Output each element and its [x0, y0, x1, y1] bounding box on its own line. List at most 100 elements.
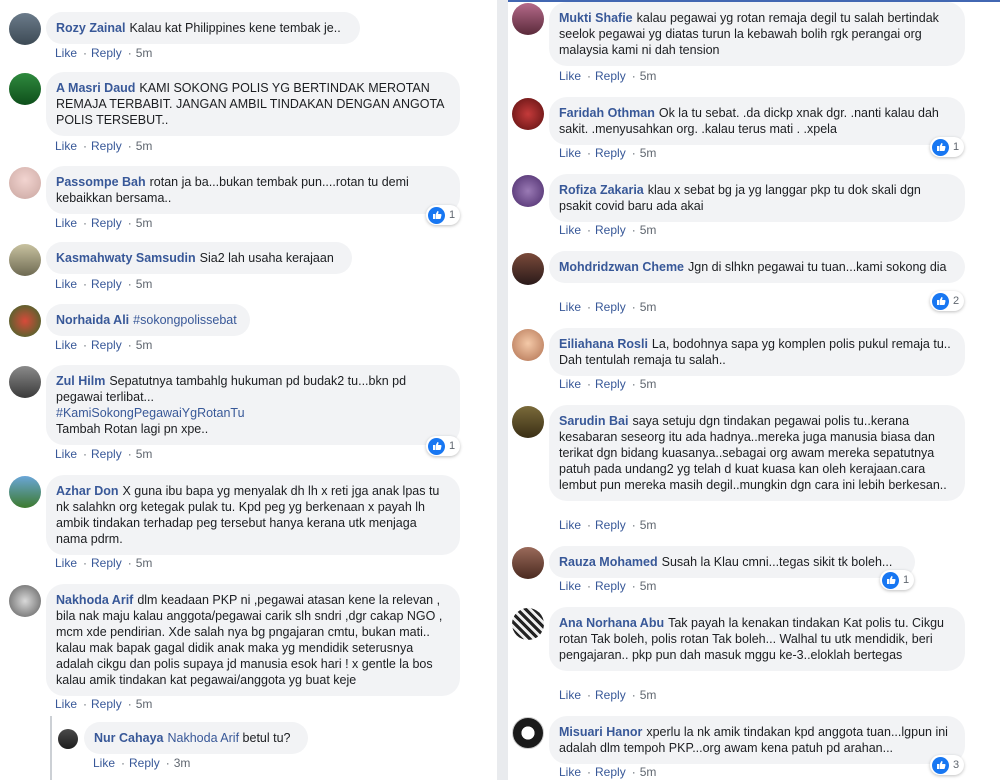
like-link[interactable]: Like: [559, 69, 581, 83]
reaction-count[interactable]: 1: [880, 570, 915, 590]
reply-link[interactable]: Reply: [595, 146, 626, 160]
avatar[interactable]: [9, 244, 41, 276]
like-link[interactable]: Like: [559, 377, 581, 391]
comment-time[interactable]: 5m: [640, 223, 657, 237]
comment-author[interactable]: Kasmahwaty Samsudin: [56, 251, 196, 265]
avatar[interactable]: [512, 406, 544, 438]
like-link[interactable]: Like: [559, 300, 581, 314]
reply-link[interactable]: Reply: [595, 765, 626, 779]
comment-time[interactable]: 5m: [136, 447, 153, 461]
mention-link[interactable]: Nakhoda Arif: [167, 731, 239, 745]
like-link[interactable]: Like: [559, 765, 581, 779]
reply-link[interactable]: Reply: [595, 300, 626, 314]
reply-link[interactable]: Reply: [595, 69, 626, 83]
like-link[interactable]: Like: [55, 556, 77, 570]
comment-time[interactable]: 5m: [136, 139, 153, 153]
reply-link[interactable]: Reply: [91, 216, 122, 230]
avatar[interactable]: [9, 305, 41, 337]
comment-actions: Like · Reply · 5m: [55, 216, 153, 230]
comment-time[interactable]: 5m: [136, 46, 153, 60]
comment-author[interactable]: Rozy Zainal: [56, 21, 125, 35]
avatar[interactable]: [9, 167, 41, 199]
like-link[interactable]: Like: [559, 688, 581, 702]
avatar[interactable]: [9, 476, 41, 508]
reaction-count[interactable]: 1: [426, 436, 461, 456]
like-link[interactable]: Like: [93, 756, 115, 770]
like-link[interactable]: Like: [55, 139, 77, 153]
reply-link[interactable]: Reply: [595, 518, 626, 532]
comment-time[interactable]: 5m: [136, 556, 153, 570]
comment-author[interactable]: Norhaida Ali: [56, 313, 129, 327]
reply-link[interactable]: Reply: [91, 338, 122, 352]
reply-link[interactable]: Reply: [91, 139, 122, 153]
like-link[interactable]: Like: [55, 697, 77, 711]
comment-time[interactable]: 3m: [174, 756, 191, 770]
avatar[interactable]: [512, 608, 544, 640]
reply-link[interactable]: Reply: [595, 579, 626, 593]
comment-author[interactable]: Ana Norhana Abu: [559, 616, 664, 630]
comment-time[interactable]: 5m: [640, 518, 657, 532]
like-link[interactable]: Like: [559, 518, 581, 532]
avatar[interactable]: [9, 366, 41, 398]
reply-link[interactable]: Reply: [91, 556, 122, 570]
comment-author[interactable]: Misuari Hanor: [559, 725, 642, 739]
like-link[interactable]: Like: [559, 579, 581, 593]
avatar[interactable]: [9, 73, 41, 105]
like-link[interactable]: Like: [55, 46, 77, 60]
avatar[interactable]: [512, 3, 544, 35]
like-link[interactable]: Like: [55, 447, 77, 461]
comment-author[interactable]: Mohdridzwan Cheme: [559, 260, 684, 274]
comment-time[interactable]: 5m: [640, 69, 657, 83]
reply-link[interactable]: Reply: [91, 46, 122, 60]
reply-link[interactable]: Reply: [595, 377, 626, 391]
comment-author[interactable]: Mukti Shafie: [559, 11, 633, 25]
hashtag-link[interactable]: #KamiSokongPegawaiYgRotanTu: [56, 406, 245, 420]
comment-author[interactable]: Nur Cahaya: [94, 731, 163, 745]
reply-link[interactable]: Reply: [91, 277, 122, 291]
comment-author[interactable]: Zul Hilm: [56, 374, 105, 388]
comment-time[interactable]: 5m: [640, 300, 657, 314]
avatar[interactable]: [58, 729, 78, 749]
avatar[interactable]: [512, 175, 544, 207]
reply-link[interactable]: Reply: [595, 688, 626, 702]
comment-time[interactable]: 5m: [136, 697, 153, 711]
like-link[interactable]: Like: [559, 223, 581, 237]
hashtag-link[interactable]: #sokongpolissebat: [133, 313, 237, 327]
comment-time[interactable]: 5m: [640, 377, 657, 391]
comment-author[interactable]: Rofiza Zakaria: [559, 183, 644, 197]
reply-link[interactable]: Reply: [129, 756, 160, 770]
like-link[interactable]: Like: [559, 146, 581, 160]
like-link[interactable]: Like: [55, 338, 77, 352]
avatar[interactable]: [9, 585, 41, 617]
comment-author[interactable]: Sarudin Bai: [559, 414, 628, 428]
reaction-count[interactable]: 2: [930, 291, 965, 311]
comment-author[interactable]: Faridah Othman: [559, 106, 655, 120]
reaction-count[interactable]: 1: [930, 137, 965, 157]
comment-time[interactable]: 5m: [136, 277, 153, 291]
avatar[interactable]: [512, 253, 544, 285]
comment-time[interactable]: 5m: [640, 765, 657, 779]
like-link[interactable]: Like: [55, 216, 77, 230]
comment-author[interactable]: Nakhoda Arif: [56, 593, 133, 607]
reply-link[interactable]: Reply: [91, 697, 122, 711]
reply-link[interactable]: Reply: [595, 223, 626, 237]
avatar[interactable]: [512, 717, 544, 749]
reaction-count[interactable]: 1: [426, 205, 461, 225]
avatar[interactable]: [9, 13, 41, 45]
comment-time[interactable]: 5m: [136, 216, 153, 230]
avatar[interactable]: [512, 547, 544, 579]
reply-link[interactable]: Reply: [91, 447, 122, 461]
comment-time[interactable]: 5m: [640, 579, 657, 593]
comment-time[interactable]: 5m: [640, 146, 657, 160]
comment-author[interactable]: A Masri Daud: [56, 81, 135, 95]
avatar[interactable]: [512, 98, 544, 130]
avatar[interactable]: [512, 329, 544, 361]
comment-time[interactable]: 5m: [640, 688, 657, 702]
comment-author[interactable]: Azhar Don: [56, 484, 119, 498]
reaction-count[interactable]: 3: [930, 755, 965, 775]
comment-author[interactable]: Rauza Mohamed: [559, 555, 658, 569]
like-link[interactable]: Like: [55, 277, 77, 291]
comment-author[interactable]: Eiliahana Rosli: [559, 337, 648, 351]
comment-author[interactable]: Passompe Bah: [56, 175, 146, 189]
comment-time[interactable]: 5m: [136, 338, 153, 352]
